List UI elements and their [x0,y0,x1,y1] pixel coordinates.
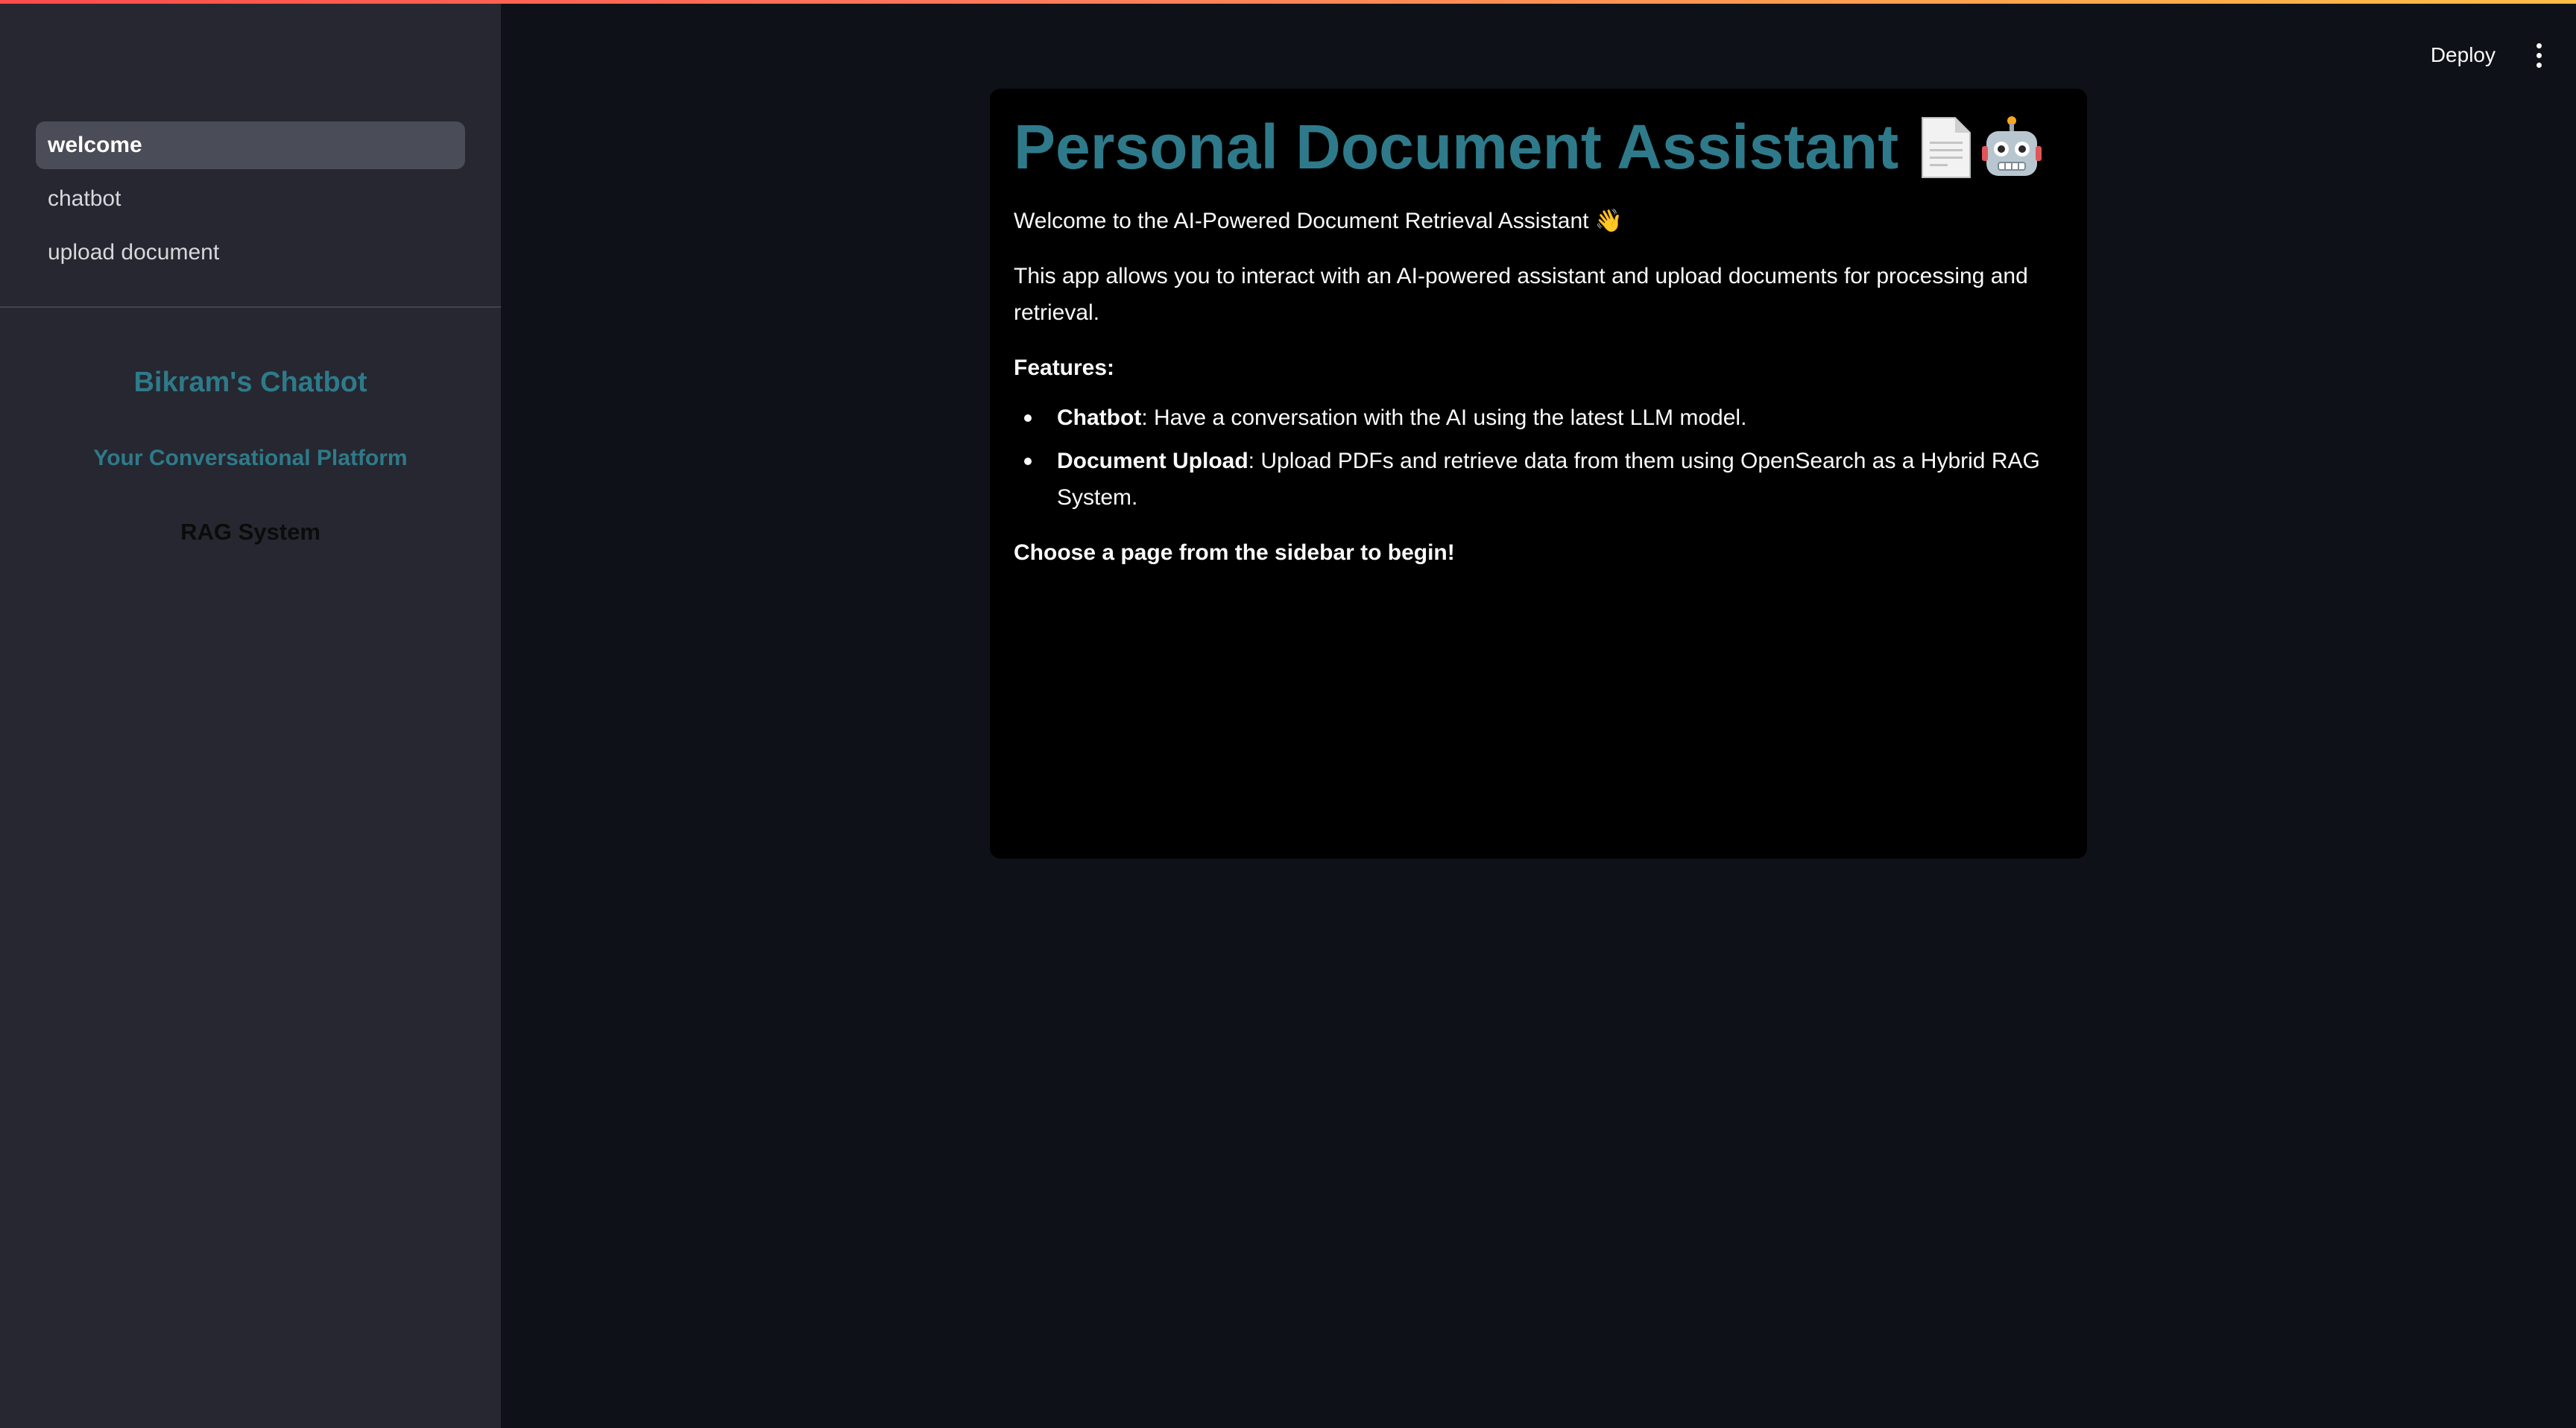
waving-hand-icon: 👋 [1594,209,1623,233]
sidebar-item-label: upload document [48,240,220,265]
brand-title: Bikram's Chatbot [133,367,367,398]
call-to-action: Choose a page from the sidebar to begin! [1014,540,1455,565]
features-heading: Features: [1014,355,1115,380]
sidebar-divider [0,306,501,308]
list-item: Document Upload: Upload PDFs and retriev… [1014,443,2063,516]
sidebar-item-upload-document[interactable]: upload document [36,229,465,277]
header-actions: Deploy [2417,36,2546,75]
sidebar-item-chatbot[interactable]: chatbot [36,175,465,223]
app-description: This app allows you to interact with an … [1014,263,2028,326]
sidebar-item-label: chatbot [48,186,121,211]
features-list: Chatbot: Have a conversation with the AI… [1014,399,2063,516]
brand-system-label: RAG System [180,519,321,545]
list-item: Chatbot: Have a conversation with the AI… [1014,399,2063,437]
feature-text: : Have a conversation with the AI using … [1141,405,1747,430]
deploy-button[interactable]: Deploy [2417,36,2509,75]
page-title: Personal Document Assistant [1014,108,2063,186]
main-content-card: Personal Document Assistant Welcome to t… [990,89,2087,859]
sidebar-nav: welcome chatbot upload document [36,121,465,282]
feature-name: Document Upload [1057,448,1248,473]
sidebar-item-welcome[interactable]: welcome [36,121,465,169]
kebab-menu-icon[interactable] [2531,37,2546,73]
top-decoration-stripe [0,0,2576,4]
title-icons [1916,115,2042,180]
sidebar-item-label: welcome [48,133,142,157]
brand-subtitle: Your Conversational Platform [93,446,408,470]
welcome-text: Welcome to the AI-Powered Document Retri… [1014,203,2063,240]
robot-icon [1982,116,2042,176]
sidebar: welcome chatbot upload document Bikram's… [0,0,501,1428]
page-document-icon [1922,116,1972,178]
feature-name: Chatbot [1057,405,1142,430]
page-title-text: Personal Document Assistant [1014,112,1899,182]
